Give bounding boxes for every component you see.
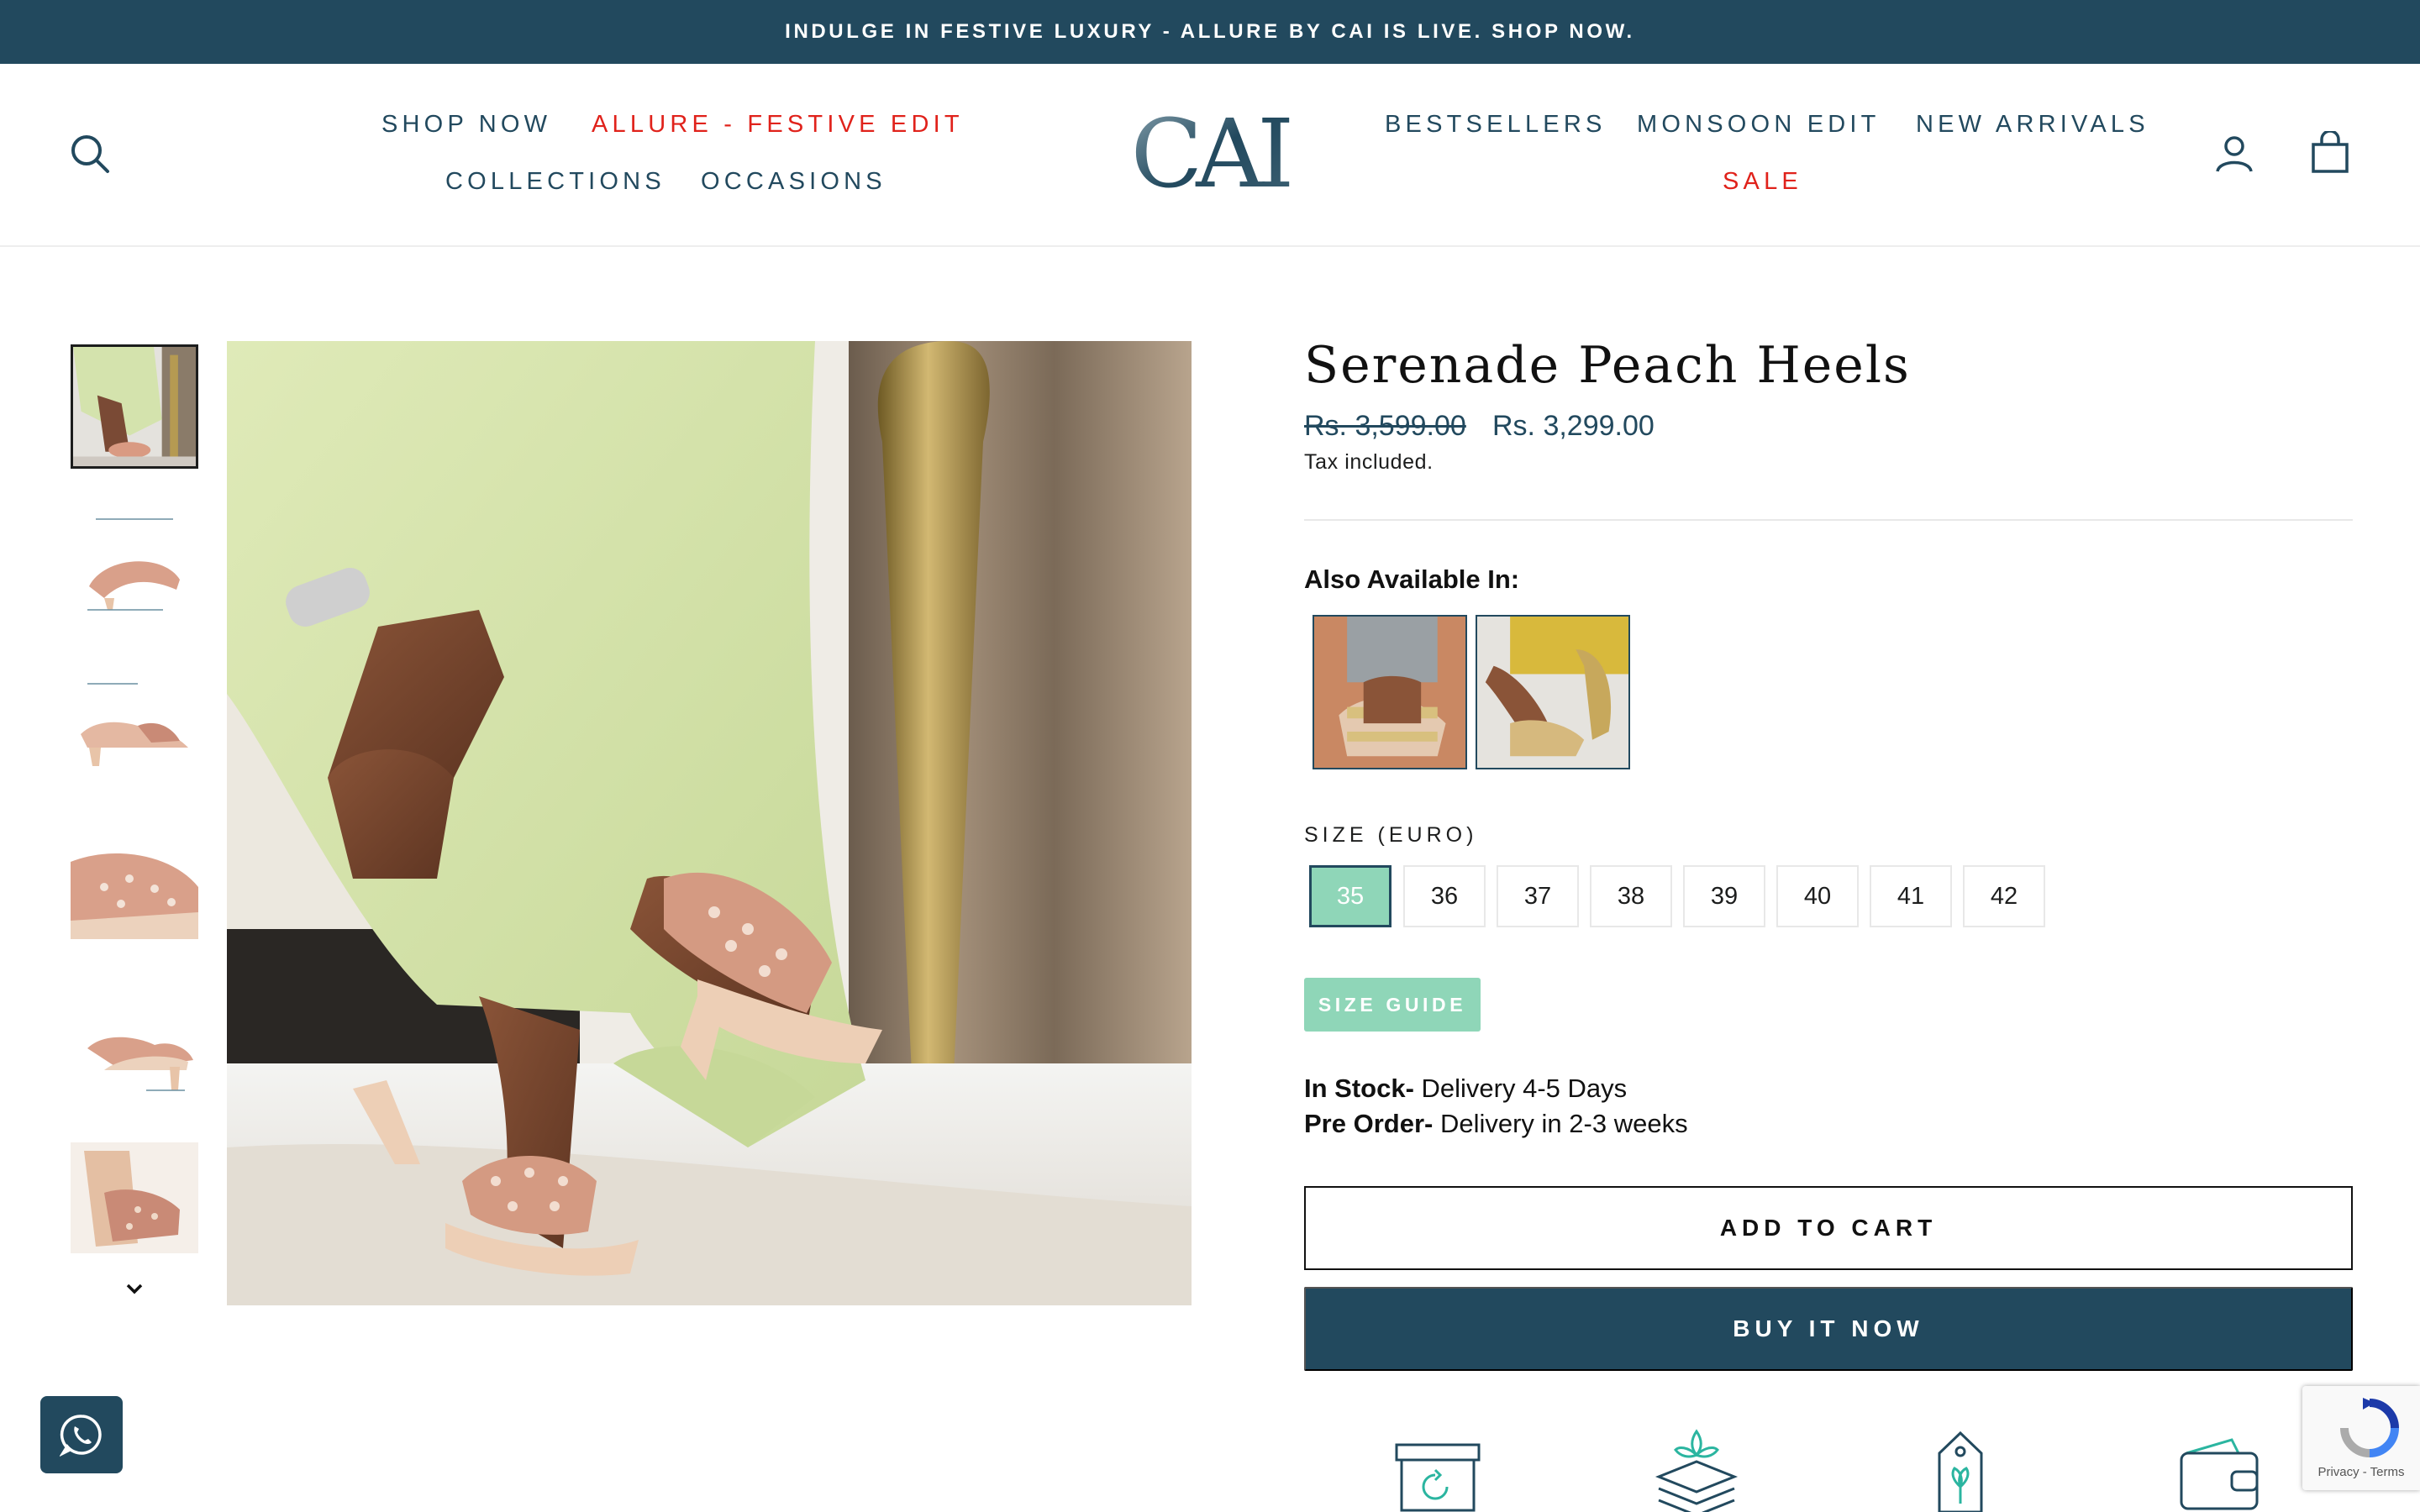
recaptcha-badge[interactable]: Privacy - Terms — [2302, 1386, 2420, 1490]
buy-it-now-button[interactable]: BUY IT NOW — [1304, 1287, 2353, 1371]
thumbnail-annotated-front-view[interactable] — [71, 506, 198, 630]
compare-at-price: Rs. 3,599.00 — [1304, 410, 1466, 442]
divider — [1304, 519, 2353, 521]
in-stock-line: In Stock- Delivery 4-5 Days — [1304, 1074, 1627, 1104]
pre-order-line: Pre Order- Delivery in 2-3 weeks — [1304, 1109, 1688, 1139]
eco-tag-icon — [1914, 1428, 2007, 1512]
main-product-image[interactable] — [227, 341, 1192, 1305]
size-option-38[interactable]: 38 — [1590, 865, 1672, 927]
size-option-35[interactable]: 35 — [1309, 865, 1392, 927]
nav-sale[interactable]: SALE — [1723, 168, 1802, 196]
pre-order-label: Pre Order- — [1304, 1109, 1434, 1138]
brand-logo[interactable]: CAI — [1119, 100, 1299, 209]
size-option-41[interactable]: 41 — [1870, 865, 1952, 927]
size-option-40[interactable]: 40 — [1776, 865, 1859, 927]
size-option-37[interactable]: 37 — [1497, 865, 1579, 927]
thumbnail-heel-back-view[interactable] — [71, 1142, 198, 1253]
size-label: SIZE (EURO) — [1304, 823, 1478, 847]
size-option-36[interactable]: 36 — [1403, 865, 1486, 927]
thumbnail-annotated-side-view[interactable] — [71, 667, 198, 791]
nav-collections[interactable]: COLLECTIONS — [445, 168, 666, 196]
size-option-42[interactable]: 42 — [1963, 865, 2045, 927]
whatsapp-icon[interactable] — [40, 1396, 123, 1473]
layered-packaging-icon — [1650, 1428, 1743, 1512]
announcement-text[interactable]: INDULGE IN FESTIVE LUXURY - ALLURE BY CA… — [785, 20, 1635, 44]
sale-price: Rs. 3,299.00 — [1492, 410, 1655, 442]
pre-order-value: Delivery in 2-3 weeks — [1433, 1109, 1688, 1138]
thumbnail-annotated-angle-view[interactable] — [71, 990, 198, 1114]
nav-bestsellers[interactable]: BESTSELLERS — [1385, 111, 1607, 139]
size-guide-button[interactable]: SIZE GUIDE — [1304, 978, 1481, 1032]
variant-gold-strappy-sandal[interactable] — [1313, 615, 1467, 769]
svg-text:CAI: CAI — [1131, 113, 1291, 193]
account-icon[interactable] — [2215, 134, 2254, 173]
variant-gold-block-heel[interactable] — [1476, 615, 1630, 769]
in-stock-value: Delivery 4-5 Days — [1413, 1074, 1628, 1103]
size-option-39[interactable]: 39 — [1683, 865, 1765, 927]
nav-new-arrivals[interactable]: NEW ARRIVALS — [1916, 111, 2149, 139]
thumbnail-close-up-detail[interactable] — [71, 828, 198, 953]
nav-shop-now[interactable]: SHOP NOW — [381, 111, 551, 139]
tax-note: Tax included. — [1304, 450, 1434, 474]
product-title: Serenade Peach Heels — [1304, 336, 1911, 395]
in-stock-label: In Stock- — [1304, 1074, 1414, 1103]
add-to-cart-button[interactable]: ADD TO CART — [1304, 1186, 2353, 1270]
chevron-down-icon[interactable] — [123, 1277, 146, 1300]
wallet-icon — [2173, 1428, 2265, 1512]
announcement-bar[interactable]: INDULGE IN FESTIVE LUXURY - ALLURE BY CA… — [0, 0, 2420, 64]
recaptcha-icon — [2340, 1398, 2399, 1457]
nav-monsoon-edit[interactable]: MONSOON EDIT — [1637, 111, 1881, 139]
easy-returns-icon — [1392, 1428, 1484, 1512]
search-icon[interactable] — [69, 133, 111, 175]
cart-icon[interactable] — [2311, 129, 2349, 173]
also-available-label: Also Available In: — [1304, 564, 1520, 594]
site-header: SHOP NOW ALLURE - FESTIVE EDIT COLLECTIO… — [0, 64, 2420, 247]
thumbnail-lifestyle-shot[interactable] — [71, 344, 198, 469]
nav-allure-festive-edit[interactable]: ALLURE - FESTIVE EDIT — [592, 111, 964, 139]
nav-occasions[interactable]: OCCASIONS — [701, 168, 886, 196]
recaptcha-links[interactable]: Privacy - Terms — [2302, 1465, 2420, 1479]
